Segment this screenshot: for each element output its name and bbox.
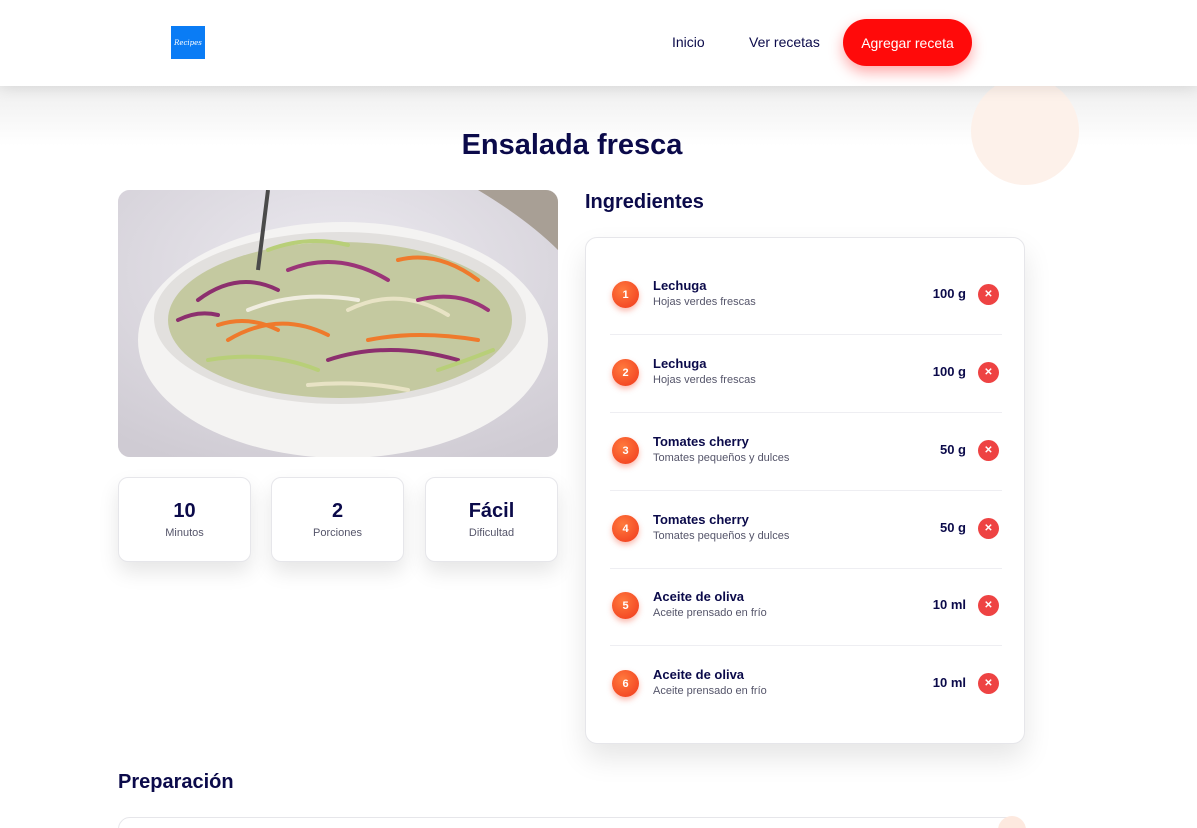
add-recipe-button[interactable]: Agregar receta	[843, 19, 972, 66]
stat-value: 2	[331, 500, 344, 522]
ingredient-description: Tomates pequeños y dulces	[653, 530, 790, 542]
ingredient-number-badge: 1	[612, 281, 639, 308]
preparation-card	[118, 817, 1025, 828]
stat-label: Porciones	[313, 527, 362, 539]
ingredient-name: Lechuga	[653, 356, 707, 371]
nav-link-ver-recetas[interactable]: Ver recetas	[749, 34, 820, 50]
ingredients-heading: Ingredientes	[585, 191, 704, 213]
ingredient-description: Aceite prensado en frío	[653, 607, 767, 619]
ingredient-description: Aceite prensado en frío	[653, 685, 767, 697]
close-icon[interactable]: ✕	[978, 440, 999, 461]
ingredients-card: 1 Lechuga Hojas verdes frescas 100 g ✕ 2…	[585, 237, 1025, 744]
recipe-photo	[118, 190, 558, 457]
ingredient-quantity: 10 ml	[932, 597, 966, 612]
close-icon[interactable]: ✕	[978, 673, 999, 694]
close-icon[interactable]: ✕	[978, 518, 999, 539]
ingredient-quantity: 100 g	[932, 364, 966, 379]
nav-link-inicio[interactable]: Inicio	[672, 34, 705, 50]
close-icon[interactable]: ✕	[978, 595, 999, 616]
ingredient-name: Aceite de oliva	[653, 589, 745, 604]
ingredient-row: 2 Lechuga Hojas verdes frescas 100 g ✕	[610, 335, 1002, 413]
ingredient-description: Tomates pequeños y dulces	[653, 452, 790, 464]
ingredient-row: 5 Aceite de oliva Aceite prensado en frí…	[610, 568, 1002, 646]
ingredient-description: Hojas verdes frescas	[653, 296, 756, 308]
ingredient-number-badge: 4	[612, 515, 639, 542]
ingredient-number-badge: 6	[612, 670, 639, 697]
ingredient-name: Tomates cherry	[653, 512, 749, 527]
ingredient-name: Aceite de oliva	[653, 667, 745, 682]
stat-label: Minutos	[165, 527, 204, 539]
ingredient-row: 1 Lechuga Hojas verdes frescas 100 g ✕	[610, 257, 1002, 335]
ingredient-quantity: 50 g	[939, 520, 966, 535]
salad-bowl-image	[118, 190, 558, 457]
stat-value: 10	[173, 500, 196, 522]
stat-value: Fácil	[468, 500, 515, 522]
ingredient-name: Tomates cherry	[653, 434, 749, 449]
close-icon[interactable]: ✕	[978, 362, 999, 383]
logo[interactable]: Recipes	[171, 26, 205, 59]
ingredient-number-badge: 5	[612, 592, 639, 619]
ingredient-name: Lechuga	[653, 278, 707, 293]
stat-label: Dificultad	[468, 527, 515, 539]
ingredient-quantity: 100 g	[932, 286, 966, 301]
logo-text: Recipes	[174, 38, 202, 47]
ingredient-quantity: 50 g	[939, 442, 966, 457]
recipe-title: Ensalada fresca	[461, 129, 683, 161]
ingredient-row: 4 Tomates cherry Tomates pequeños y dulc…	[610, 491, 1002, 569]
top-navbar: Recipes Inicio Ver recetas Agregar recet…	[0, 0, 1197, 86]
ingredient-number-badge: 3	[612, 437, 639, 464]
stat-minutes: 10 Minutos	[118, 477, 251, 562]
close-icon[interactable]: ✕	[978, 284, 999, 305]
ingredient-description: Hojas verdes frescas	[653, 374, 756, 386]
ingredient-number-badge: 2	[612, 359, 639, 386]
stat-servings: 2 Porciones	[271, 477, 404, 562]
preparation-heading: Preparación	[118, 771, 234, 793]
ingredient-quantity: 10 ml	[932, 675, 966, 690]
ingredient-row: 6 Aceite de oliva Aceite prensado en frí…	[610, 646, 1002, 724]
stat-difficulty: Fácil Dificultad	[425, 477, 558, 562]
ingredient-row: 3 Tomates cherry Tomates pequeños y dulc…	[610, 413, 1002, 491]
